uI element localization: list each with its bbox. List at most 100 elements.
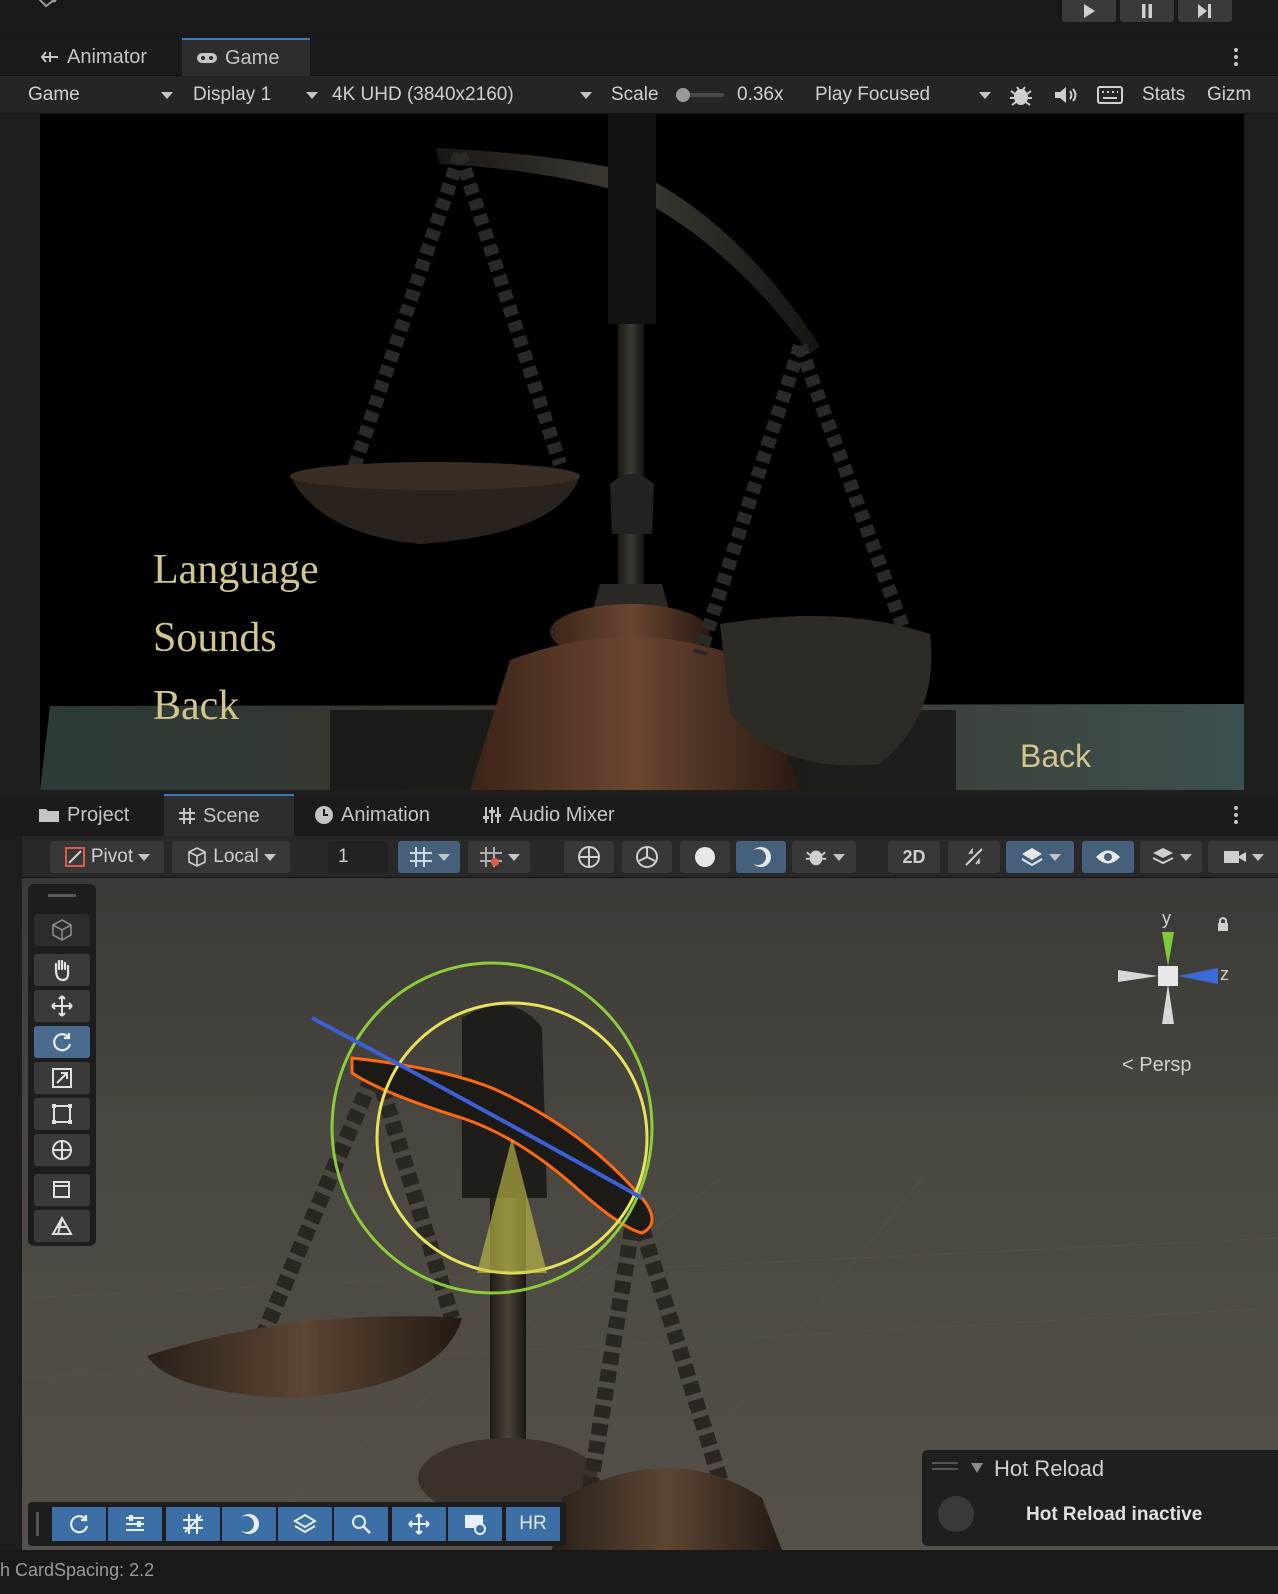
game-view[interactable]: Language Sounds Back Back	[40, 114, 1244, 790]
panel-drag-handle[interactable]	[932, 1462, 958, 1470]
globe-icon	[578, 846, 600, 868]
grid-increment-field[interactable]: 1	[328, 841, 388, 873]
display-mode-dropdown[interactable]: Game	[28, 76, 173, 114]
tab-animator[interactable]: Animator	[26, 38, 161, 76]
lit-button[interactable]	[736, 841, 786, 873]
projection-toggle[interactable]: < Persp	[1122, 1054, 1191, 1077]
lighting-icon	[750, 847, 771, 867]
stats-label: Stats	[1142, 84, 1186, 105]
shaded-wireframe-button[interactable]	[622, 841, 672, 873]
chevron-down-icon	[263, 853, 276, 861]
status-indicator	[938, 1496, 974, 1532]
pause-button[interactable]	[1120, 0, 1174, 22]
resolution-dropdown[interactable]: 4K UHD (3840x2160)	[332, 76, 592, 114]
grid-overlay-button[interactable]	[166, 1507, 220, 1541]
display-value: Display 1	[193, 84, 272, 105]
palette-handle[interactable]	[48, 894, 76, 897]
view-tool[interactable]	[34, 914, 90, 946]
transform-tool[interactable]	[34, 1134, 90, 1166]
play-icon	[1084, 4, 1095, 18]
camera-dropdown[interactable]	[1208, 841, 1278, 873]
speaker-icon[interactable]	[1053, 85, 1079, 105]
layers-overlay-button[interactable]	[278, 1507, 332, 1541]
rect-tool[interactable]	[34, 1098, 90, 1130]
grid-snap-button[interactable]	[398, 841, 460, 873]
tab-audio-mixer[interactable]: Audio Mixer	[468, 794, 629, 836]
step-button[interactable]	[1178, 0, 1232, 22]
tab-animation[interactable]: Animation	[300, 794, 444, 836]
custom-tool[interactable]	[34, 1174, 90, 1206]
refresh-button[interactable]	[52, 1507, 106, 1541]
scale-value: 0.36x	[737, 76, 783, 114]
menu-item-language[interactable]: Language	[153, 546, 319, 594]
keyboard-icon[interactable]	[1097, 86, 1123, 104]
layers-dropdown[interactable]	[1140, 841, 1202, 873]
lock-icon[interactable]	[1216, 916, 1230, 932]
orientation-gizmo[interactable]	[1112, 912, 1232, 1032]
collapse-icon[interactable]	[970, 1462, 984, 1474]
move-tool[interactable]	[34, 990, 90, 1022]
search-overlay-button[interactable]	[334, 1507, 388, 1541]
lighting-overlay-button[interactable]	[222, 1507, 276, 1541]
bug-icon[interactable]	[1008, 83, 1034, 109]
eye-icon	[1096, 850, 1120, 864]
mode-2d-label: 2D	[902, 846, 926, 867]
chevron-down-icon	[507, 853, 520, 861]
navmesh-tool[interactable]	[34, 1210, 90, 1242]
light-toggle-icon	[965, 847, 983, 866]
settings-button[interactable]	[108, 1507, 162, 1541]
tab-scene[interactable]: Scene	[164, 794, 294, 836]
transform-icon	[52, 1140, 72, 1160]
local-dropdown[interactable]: Local	[172, 841, 290, 873]
lighting-toggle-button[interactable]	[948, 841, 1000, 873]
rotate-icon	[53, 1033, 72, 1052]
more-menu-icon[interactable]	[1232, 804, 1240, 826]
more-menu-icon[interactable]	[1232, 46, 1240, 68]
stack-icon	[1152, 848, 1173, 865]
top-toolbar	[0, 0, 1278, 38]
display-mode-value: Game	[28, 84, 80, 105]
shaded-button[interactable]	[680, 841, 730, 873]
step-icon	[1198, 4, 1211, 18]
tab-game[interactable]: Game	[182, 38, 310, 76]
search-icon	[352, 1515, 371, 1534]
effects-button[interactable]	[1006, 841, 1074, 873]
collab-icon[interactable]	[34, 0, 58, 14]
tab-project[interactable]: Project	[24, 794, 143, 836]
screen-overlay-button[interactable]	[448, 1507, 502, 1541]
bar-handle[interactable]	[36, 1512, 39, 1536]
toggle-2d-button[interactable]: 2D	[888, 841, 940, 873]
sliders-icon	[126, 1515, 144, 1531]
hand-icon	[54, 959, 70, 982]
play-mode-dropdown[interactable]: Play Focused	[815, 76, 991, 114]
menu-item-sounds[interactable]: Sounds	[153, 614, 277, 662]
hr-button[interactable]: HR	[506, 1507, 560, 1541]
tool-palette	[28, 884, 96, 1246]
bug-icon	[805, 850, 826, 866]
scene-panel-tabs: Project Scene Animation Audio Mixer	[0, 794, 1278, 836]
snap-settings-button[interactable]	[468, 841, 530, 873]
pivot-dropdown[interactable]: Pivot	[50, 841, 164, 873]
debug-draw-button[interactable]	[792, 841, 856, 873]
tab-label: Animation	[341, 803, 430, 826]
monitor-icon	[465, 1515, 486, 1535]
move-overlay-button[interactable]	[392, 1507, 446, 1541]
tab-label: Scene	[203, 804, 260, 827]
chevron-down-icon	[979, 91, 991, 99]
back-button[interactable]: Back	[1020, 738, 1091, 775]
game-panel-tabs: Animator Game	[0, 38, 1278, 76]
play-button[interactable]	[1062, 0, 1116, 22]
scale-slider[interactable]	[676, 88, 724, 102]
stats-button[interactable]: Stats	[1142, 76, 1185, 114]
scale-tool[interactable]	[34, 1062, 90, 1094]
menu-item-back[interactable]: Back	[153, 682, 239, 730]
move-icon	[408, 1513, 430, 1535]
hand-tool[interactable]	[34, 954, 90, 986]
rotate-tool[interactable]	[34, 1026, 90, 1058]
gizmos-button[interactable]: Gizm	[1207, 76, 1251, 114]
display-dropdown[interactable]: Display 1	[193, 76, 318, 114]
tab-label: Project	[67, 803, 130, 826]
scale-slider-handle[interactable]	[676, 88, 690, 102]
draw-mode-button[interactable]	[564, 841, 614, 873]
visibility-button[interactable]	[1082, 841, 1134, 873]
